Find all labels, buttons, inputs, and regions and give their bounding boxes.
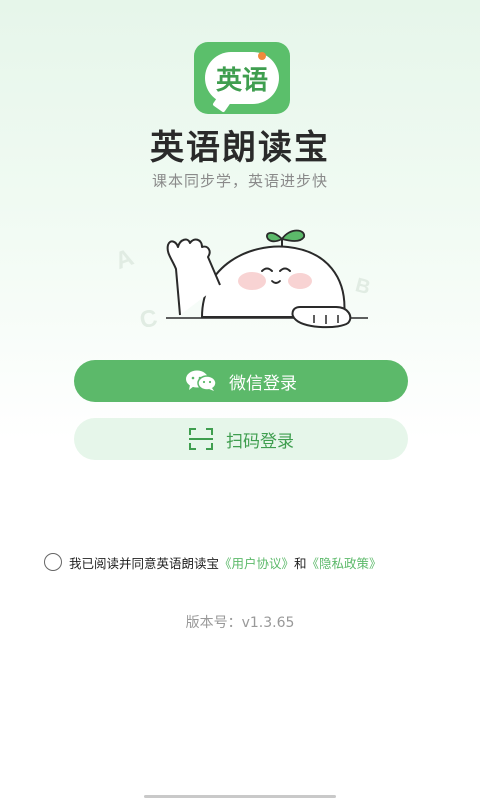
home-indicator[interactable]	[144, 795, 336, 798]
agreement-conjunction: 和	[294, 555, 307, 571]
logo-dot	[258, 52, 266, 60]
agreement-prefix: 我已阅读并同意英语朗读宝	[69, 555, 220, 571]
mascot-paw	[291, 306, 352, 329]
sprout-left-leaf	[266, 232, 284, 243]
scan-icon	[189, 428, 213, 450]
scan-login-button[interactable]: 扫码登录	[74, 418, 408, 460]
agreement-row: 我已阅读并同意英语朗读宝 《用户协议》 和 《隐私政策》	[44, 550, 444, 574]
user-agreement-link[interactable]: 《用户协议》	[219, 553, 294, 572]
agreement-checkbox[interactable]	[44, 553, 62, 571]
app-logo: 英语	[194, 42, 290, 114]
version-label: 版本号：v1.3.65	[185, 615, 295, 631]
app-title: 英语朗读宝	[150, 128, 330, 168]
letter-a: A	[112, 244, 138, 275]
letter-c: C	[138, 305, 160, 335]
mascot-illustration: A B C	[112, 229, 373, 335]
logo-bubble: 英语	[205, 52, 279, 104]
privacy-policy-link[interactable]: 《隐私政策》	[307, 553, 382, 572]
wechat-icon	[186, 370, 217, 391]
wechat-login-button[interactable]: 微信登录	[74, 360, 408, 402]
app-slogan: 课本同步学，英语进步快	[151, 172, 328, 190]
scan-login-label: 扫码登录	[226, 431, 294, 452]
wechat-login-label: 微信登录	[229, 373, 297, 394]
letter-b: B	[353, 274, 373, 299]
sprout-right-leaf	[280, 229, 305, 242]
logo-text: 英语	[215, 65, 268, 96]
